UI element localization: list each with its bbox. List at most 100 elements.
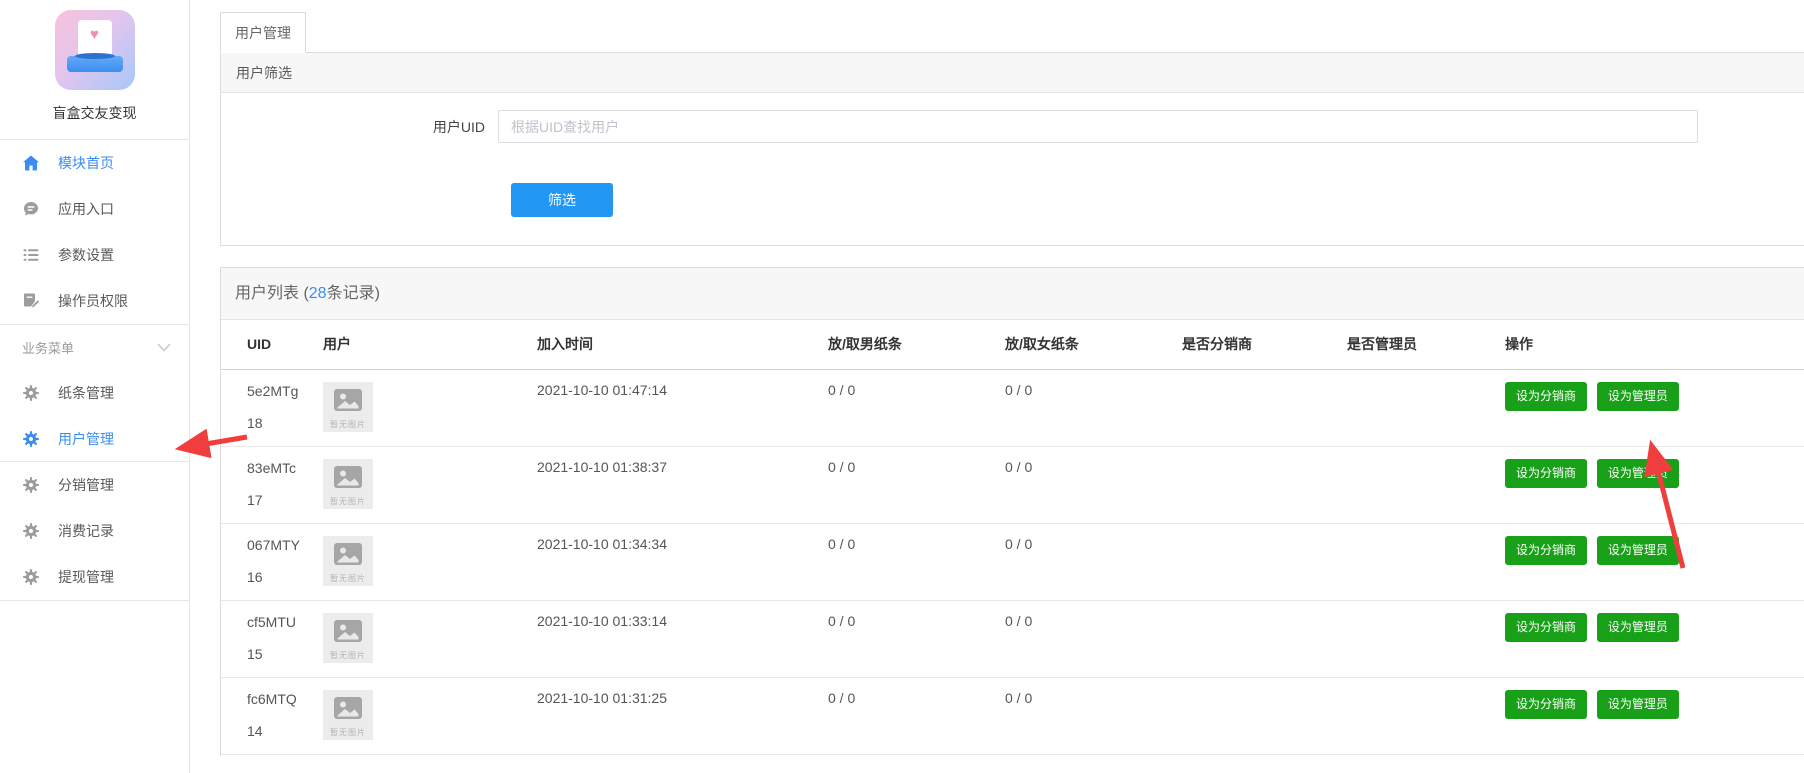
is-distributor-cell — [1182, 600, 1347, 678]
heart-icon: ♥ — [90, 26, 99, 43]
table-row: 067MTY 16 暂无图片 2021-10-10 01:34:34 0 / 0… — [221, 523, 1804, 601]
set-distributor-button[interactable]: 设为分销商 — [1505, 535, 1588, 565]
ballot-box-icon — [66, 53, 123, 72]
gear-icon — [22, 384, 40, 402]
avatar-caption: 暂无图片 — [330, 419, 366, 429]
is-admin-cell — [1347, 523, 1505, 601]
sidebar: ♥ 盲盒交友变现 模块首页 应用入口 参数设置 操作员权限 业务菜单 纸条管理 … — [0, 0, 190, 773]
record-count: 28 — [308, 285, 327, 302]
tab-user-management[interactable]: 用户管理 — [220, 12, 306, 53]
set-distributor-button[interactable]: 设为分销商 — [1505, 381, 1588, 411]
join-time-cell: 2021-10-10 01:31:25 — [537, 677, 828, 755]
sidebar-business-menu: 纸条管理 用户管理 分销管理 消费记录 提现管理 — [0, 370, 189, 601]
sidebar-section-business-menu[interactable]: 业务菜单 — [0, 324, 189, 370]
sidebar-item-label: 用户管理 — [58, 430, 114, 447]
uid-cell: 067MTY 16 — [221, 523, 323, 601]
section-label: 业务菜单 — [22, 341, 75, 356]
table-row: cf5MTU 15 暂无图片 2021-10-10 01:33:14 0 / 0… — [221, 600, 1804, 678]
female-notes-cell: 0 / 0 — [1005, 600, 1182, 678]
sidebar-item-user-management[interactable]: 用户管理 — [0, 416, 189, 462]
male-notes-cell: 0 / 0 — [828, 369, 1005, 447]
set-distributor-button[interactable]: 设为分销商 — [1505, 612, 1588, 642]
sidebar-item-label: 提现管理 — [58, 569, 114, 585]
is-distributor-cell — [1182, 677, 1347, 755]
avatar: 暂无图片 — [323, 612, 373, 663]
sidebar-item-label: 分销管理 — [58, 477, 114, 493]
list-icon — [22, 246, 40, 264]
user-table-body: 5e2MTg 18 暂无图片 2021-10-10 01:47:14 0 / 0… — [221, 369, 1804, 755]
sidebar-item-withdrawal-management[interactable]: 提现管理 — [0, 554, 189, 600]
table-row: 83eMTc 17 暂无图片 2021-10-10 01:38:37 0 / 0… — [221, 446, 1804, 524]
actions-cell: 设为分销商 设为管理员 — [1505, 677, 1804, 755]
document-pen-icon — [22, 292, 40, 310]
user-cell: 暂无图片 — [323, 369, 537, 447]
avatar: 暂无图片 — [323, 689, 373, 740]
no-image-icon — [334, 696, 362, 719]
uid-cell: 5e2MTg 18 — [221, 369, 323, 447]
sidebar-item-label: 纸条管理 — [58, 385, 114, 401]
home-icon — [22, 154, 40, 172]
list-title-suffix: 条记录) — [326, 285, 380, 302]
sidebar-item-parameter-settings[interactable]: 参数设置 — [0, 232, 189, 278]
is-distributor-cell — [1182, 446, 1347, 524]
uid-search-input[interactable] — [498, 110, 1698, 143]
female-notes-cell: 0 / 0 — [1005, 369, 1182, 447]
female-notes-cell: 0 / 0 — [1005, 677, 1182, 755]
filter-submit-button[interactable]: 筛选 — [511, 183, 613, 217]
actions-cell: 设为分销商 设为管理员 — [1505, 600, 1804, 678]
column-header-user: 用户 — [323, 320, 537, 370]
avatar-caption: 暂无图片 — [330, 727, 366, 737]
no-image-icon — [334, 542, 362, 565]
column-header-join-time: 加入时间 — [537, 320, 828, 370]
set-admin-button[interactable]: 设为管理员 — [1596, 458, 1679, 488]
avatar-caption: 暂无图片 — [330, 496, 366, 506]
uid-cell: 83eMTc 17 — [221, 446, 323, 524]
app-title: 盲盒交友变现 — [52, 105, 137, 121]
filter-form: 用户UID 筛选 — [221, 93, 1804, 245]
user-cell: 暂无图片 — [323, 446, 537, 524]
no-image-icon — [334, 619, 362, 642]
uid-value: fc6MTQ — [247, 690, 297, 707]
sidebar-item-app-entry[interactable]: 应用入口 — [0, 186, 189, 232]
column-header-female-notes: 放/取女纸条 — [1005, 320, 1182, 370]
user-id-value: 18 — [247, 414, 263, 431]
set-distributor-button[interactable]: 设为分销商 — [1505, 458, 1588, 488]
user-id-value: 16 — [247, 568, 263, 585]
set-admin-button[interactable]: 设为管理员 — [1596, 689, 1679, 719]
sidebar-item-label: 消费记录 — [58, 523, 114, 539]
is-admin-cell — [1347, 446, 1505, 524]
user-cell: 暂无图片 — [323, 600, 537, 678]
avatar: 暂无图片 — [323, 535, 373, 586]
column-header-is-admin: 是否管理员 — [1347, 320, 1505, 370]
gear-icon — [22, 476, 40, 494]
list-title-prefix: 用户列表 ( — [235, 285, 309, 302]
set-admin-button[interactable]: 设为管理员 — [1596, 612, 1679, 642]
column-header-actions: 操作 — [1505, 320, 1804, 370]
user-cell: 暂无图片 — [323, 677, 537, 755]
male-notes-cell: 0 / 0 — [828, 600, 1005, 678]
set-admin-button[interactable]: 设为管理员 — [1596, 535, 1679, 565]
main-content: 用户管理 用户筛选 用户UID 筛选 用户列表 (28条记录) UID 用户 — [220, 0, 1804, 756]
is-admin-cell — [1347, 677, 1505, 755]
uid-value: 5e2MTg — [247, 382, 299, 399]
app-logo-icon: ♥ — [54, 10, 135, 90]
sidebar-item-distribution-management[interactable]: 分销管理 — [0, 462, 189, 508]
sidebar-item-module-home[interactable]: 模块首页 — [0, 140, 189, 186]
app-logo-block: ♥ 盲盒交友变现 — [0, 0, 189, 140]
sidebar-item-consumption-records[interactable]: 消费记录 — [0, 508, 189, 554]
table-header-row: UID 用户 加入时间 放/取男纸条 放/取女纸条 是否分销商 是否管理员 操作 — [221, 320, 1804, 370]
uid-value: 067MTY — [247, 536, 300, 553]
user-id-value: 17 — [247, 491, 263, 508]
gear-icon — [22, 430, 40, 448]
sidebar-item-note-management[interactable]: 纸条管理 — [0, 370, 189, 416]
join-time-cell: 2021-10-10 01:33:14 — [537, 600, 828, 678]
set-admin-button[interactable]: 设为管理员 — [1596, 381, 1679, 411]
sidebar-item-operator-permissions[interactable]: 操作员权限 — [0, 278, 189, 324]
set-distributor-button[interactable]: 设为分销商 — [1505, 689, 1588, 719]
chat-bubble-icon — [22, 200, 40, 218]
filter-panel-title: 用户筛选 — [221, 53, 1804, 93]
is-distributor-cell — [1182, 523, 1347, 601]
user-id-value: 14 — [247, 722, 263, 739]
avatar-caption: 暂无图片 — [330, 650, 366, 660]
uid-value: 83eMTc — [247, 459, 297, 476]
